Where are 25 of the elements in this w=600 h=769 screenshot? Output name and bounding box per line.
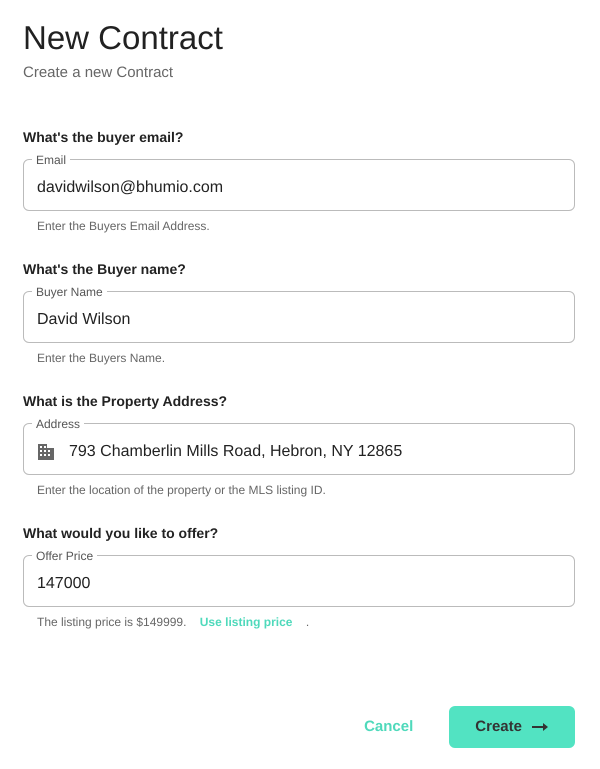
text-field[interactable]: Email davidwilson@bhumio.com xyxy=(23,154,575,210)
page-title: New Contract xyxy=(23,18,224,58)
text-field[interactable]: Buyer Name David Wilson xyxy=(23,286,575,342)
input-field[interactable]: David Wilson xyxy=(37,308,561,332)
field-label: Offer Price xyxy=(35,550,94,562)
field-label: Address xyxy=(35,418,82,430)
helper-text: The listing price is $149999. Use listing price . xyxy=(37,614,310,630)
input-field[interactable]: davidwilson@bhumio.com xyxy=(37,176,561,200)
create-button[interactable]: Create xyxy=(449,706,575,748)
field-label: Email xyxy=(35,154,68,166)
question-label: What's the Buyer name? xyxy=(23,260,187,279)
helper-text: Enter the Buyers Email Address. xyxy=(37,218,211,234)
building-icon xyxy=(37,442,55,460)
input-field[interactable]: 147000 xyxy=(37,572,561,596)
page-subtitle: Create a new Contract xyxy=(23,63,174,83)
helper-text: Enter the location of the property or the MLS listing ID. xyxy=(37,482,327,498)
text-field[interactable]: Address 793 Chamberlin Mills Road, Hebron, NY 12865 xyxy=(23,418,575,474)
helper-text: Enter the Buyers Name. xyxy=(37,350,166,366)
text-field[interactable]: Offer Price 147000 xyxy=(23,550,575,606)
input-field[interactable]: 793 Chamberlin Mills Road, Hebron, NY 12865 xyxy=(69,440,561,464)
question-label: What would you like to offer? xyxy=(23,524,220,543)
field-label: Buyer Name xyxy=(35,286,104,298)
question-label: What's the buyer email? xyxy=(23,128,184,147)
arrow-right-icon xyxy=(532,722,549,732)
question-label: What is the Property Address? xyxy=(23,392,228,411)
